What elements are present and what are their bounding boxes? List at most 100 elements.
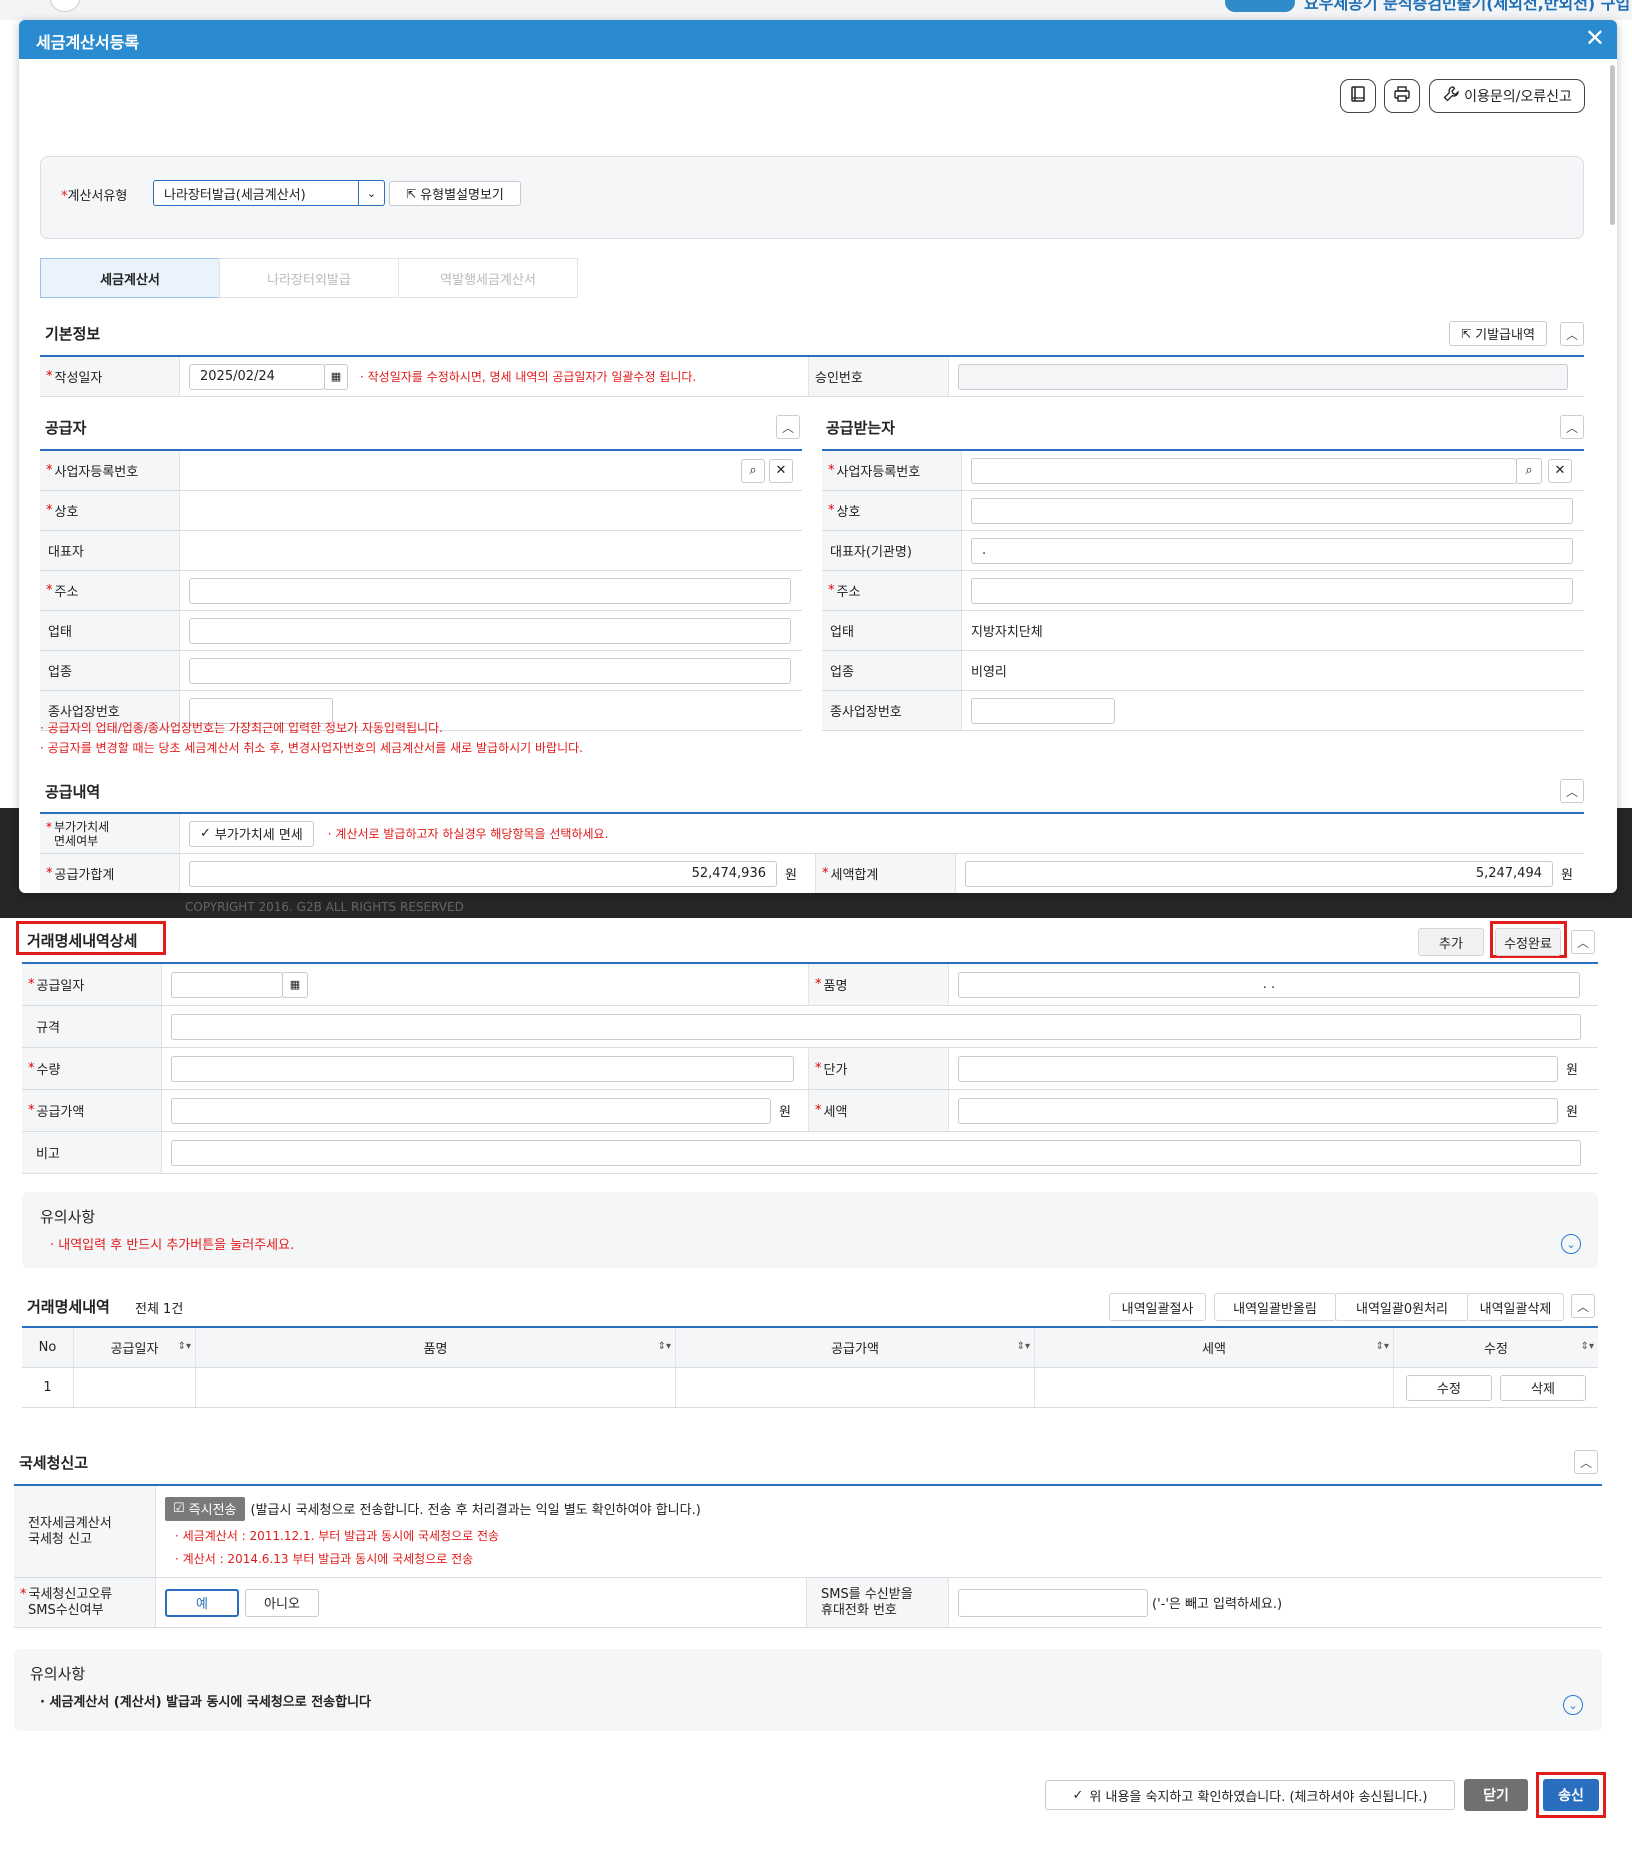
chevron-up-icon[interactable]: ︿ bbox=[1560, 415, 1584, 439]
tax-amount-input[interactable] bbox=[958, 1097, 1558, 1124]
receiver-branch-input[interactable] bbox=[971, 697, 1115, 724]
column-header: No bbox=[22, 1328, 74, 1367]
background-page-top: 요우세공기 분석증검민출기(제외전,반외전) 구입 bbox=[0, 0, 1632, 20]
invoice-type-select[interactable]: 나라장터발급(세금계산서) ⌄ bbox=[153, 180, 385, 206]
supplier-label: 업종 bbox=[40, 651, 180, 690]
write-date-input[interactable]: 2025/02/24 bbox=[189, 363, 325, 390]
nts-note-1: · 세금계산서 : 2011.12.1. 부터 발급과 동시에 국세청으로 전송 bbox=[175, 1528, 500, 1543]
chevron-down-icon[interactable]: ⌄ bbox=[1563, 1695, 1583, 1715]
quantity-label: * 수량 bbox=[22, 1048, 162, 1089]
quantity-input[interactable] bbox=[171, 1055, 794, 1082]
zero-all-button[interactable]: 내역일괄0원처리 bbox=[1335, 1293, 1469, 1321]
tab-reverse-issue[interactable]: 역발행세금계산서 bbox=[398, 258, 578, 298]
round-all-button[interactable]: 내역일괄반올림 bbox=[1214, 1293, 1336, 1321]
chevron-up-icon[interactable]: ︿ bbox=[1560, 779, 1584, 803]
send-button[interactable]: 송신 bbox=[1543, 1779, 1599, 1811]
chevron-up-icon[interactable]: ︿ bbox=[1571, 930, 1595, 954]
nts-report-label: 전자세금계산서 국세청 신고 bbox=[14, 1486, 156, 1577]
table-row[interactable]: 1 수정 삭제 bbox=[22, 1368, 1598, 1408]
column-header[interactable]: 수정 ⇕▾ bbox=[1394, 1328, 1598, 1367]
unit-price-input[interactable] bbox=[958, 1055, 1558, 1082]
receiver-name-input[interactable] bbox=[971, 497, 1573, 524]
tab-external-issue[interactable]: 나라장터외발급 bbox=[219, 258, 399, 298]
supplier-table: * 사업자등록번호 ⌕ ✕ * 상호 대표자 * 주소 업태 업종 종사업장번호 bbox=[40, 449, 802, 731]
caution-text: · 세금계산서 (계산서) 발급과 동시에 국세청으로 전송합니다 bbox=[40, 1695, 372, 1710]
vat-exempt-checkbox[interactable]: ✓ 부가가치세 면세 bbox=[189, 820, 314, 847]
list-count: 전체 1건 bbox=[135, 1302, 184, 1317]
row-number: 1 bbox=[22, 1368, 74, 1407]
edit-done-button[interactable]: 수정완료 bbox=[1495, 928, 1561, 956]
supplier-business-item-input[interactable] bbox=[189, 657, 791, 684]
spec-input[interactable] bbox=[171, 1013, 1581, 1040]
type-description-button[interactable]: ⇱ 유형별설명보기 bbox=[389, 181, 521, 206]
sms-no-button[interactable]: 아니오 bbox=[245, 1588, 319, 1617]
column-header[interactable]: 세액 ⇕▾ bbox=[1035, 1328, 1394, 1367]
supplier-label: * 주소 bbox=[40, 571, 180, 610]
add-button[interactable]: 추가 bbox=[1418, 928, 1484, 956]
truncate-all-button[interactable]: 내역일괄절사 bbox=[1109, 1293, 1206, 1321]
receiver-table: * 사업자등록번호 ⌕ ✕ * 상호 대표자(기관명). * 주소 업태 지방자치단체 … bbox=[822, 449, 1584, 731]
supply-date-input[interactable] bbox=[171, 971, 283, 998]
manual-button[interactable] bbox=[1340, 79, 1376, 113]
column-header[interactable]: 공급일자 ⇕▾ bbox=[74, 1328, 196, 1367]
column-header[interactable]: 공급가액 ⇕▾ bbox=[676, 1328, 1035, 1367]
external-link-icon: ⇱ bbox=[1461, 326, 1472, 341]
supply-amount-input[interactable] bbox=[171, 1097, 771, 1124]
nts-note-2: · 계산서 : 2014.6.13 부터 발급과 동시에 국세청으로 전송 bbox=[175, 1551, 474, 1566]
receiver-address-input[interactable] bbox=[971, 577, 1573, 604]
receiver-title: 공급받는자 bbox=[826, 419, 896, 437]
supplier-label: 업태 bbox=[40, 611, 180, 650]
sms-error-label: * 국세청신고오류 SMS수신여부 bbox=[14, 1578, 156, 1627]
supplier-note-1: · 공급자의 업태/업종/종사업장번호는 가장최근에 입력한 정보가 자동입력됩… bbox=[40, 721, 443, 735]
row-edit-button[interactable]: 수정 bbox=[1406, 1374, 1492, 1401]
chevron-down-icon[interactable]: ⌄ bbox=[1561, 1234, 1581, 1254]
calendar-icon[interactable]: ▦ bbox=[282, 971, 308, 998]
check-icon: ✓ bbox=[1072, 1787, 1084, 1803]
delete-all-button[interactable]: 내역일괄삭제 bbox=[1467, 1293, 1564, 1321]
tax-total-input[interactable]: 5,247,494 bbox=[965, 860, 1553, 887]
supplier-address-input[interactable] bbox=[189, 577, 791, 604]
background-headline: 요우세공기 분석증검민출기(제외전,반외전) 구입 bbox=[1304, 0, 1631, 13]
table-header: No 공급일자 ⇕▾ 품명 ⇕▾ 공급가액 ⇕▾ 세액 ⇕▾ 수정 ⇕▾ bbox=[22, 1328, 1598, 1368]
issue-history-button[interactable]: ⇱ 기발급내역 bbox=[1449, 321, 1547, 346]
close-icon[interactable]: ✕ bbox=[1585, 26, 1605, 50]
modal-body: 이용문의/오류신고 *계산서유형 나라장터발급(세금계산서) ⌄ ⇱ 유형별설명… bbox=[19, 59, 1617, 893]
chevron-up-icon[interactable]: ︿ bbox=[1571, 1294, 1595, 1318]
modal-scrollbar[interactable] bbox=[1610, 65, 1615, 225]
close-button[interactable]: 닫기 bbox=[1464, 1779, 1528, 1811]
chevron-up-icon[interactable]: ︿ bbox=[1574, 1450, 1598, 1474]
receiver-label: * 상호 bbox=[822, 491, 962, 530]
item-name-input[interactable]: . . bbox=[958, 971, 1580, 998]
confirm-checkbox[interactable]: ✓ 위 내용을 숙지하고 확인하였습니다. (체크하셔야 송신됩니다.) bbox=[1045, 1780, 1455, 1810]
sort-icon: ⇕▾ bbox=[177, 1341, 191, 1352]
clear-icon[interactable]: ✕ bbox=[769, 458, 793, 483]
supply-table: * 부가가치세 면세여부 ✓ 부가가치세 면세 · 계산서로 발급하고자 하실경우… bbox=[40, 812, 1584, 893]
column-header[interactable]: 품명 ⇕▾ bbox=[196, 1328, 676, 1367]
receiver-ceo-input[interactable]: . bbox=[971, 537, 1573, 564]
tab-tax-invoice[interactable]: 세금계산서 bbox=[40, 258, 220, 298]
nts-title: 국세청신고 bbox=[19, 1454, 89, 1472]
invoice-type-value: 나라장터발급(세금계산서) bbox=[164, 187, 306, 203]
modal-title: 세금계산서등록 bbox=[36, 33, 140, 52]
print-button[interactable] bbox=[1384, 79, 1420, 113]
detail-table: * 공급일자 ▦ * 품명 . . 규격 * 수량 * 단가 원 * 공급가액 원 * 세액… bbox=[22, 962, 1598, 1174]
tax-invoice-modal: 세금계산서등록 ✕ 이용문의/오류신고 *계산서유형 나라장터발급(세금계산서) bbox=[19, 20, 1617, 893]
help-button[interactable]: 이용문의/오류신고 bbox=[1429, 79, 1585, 113]
clear-icon[interactable]: ✕ bbox=[1548, 458, 1572, 483]
unit-price-label: * 단가 bbox=[809, 1048, 949, 1089]
calendar-icon[interactable]: ▦ bbox=[324, 363, 348, 390]
receiver-business-type: 지방자치단체 bbox=[971, 625, 1043, 640]
search-icon[interactable]: ⌕ bbox=[741, 458, 765, 483]
instant-send-toggle[interactable]: ☑ 즉시전송 bbox=[165, 1496, 245, 1521]
phone-input[interactable] bbox=[958, 1588, 1148, 1617]
item-name-label: * 품명 bbox=[809, 964, 949, 1005]
chevron-up-icon[interactable]: ︿ bbox=[776, 415, 800, 439]
sms-yes-button[interactable]: 예 bbox=[165, 1588, 239, 1617]
chevron-up-icon[interactable]: ︿ bbox=[1560, 322, 1584, 346]
search-icon[interactable]: ⌕ bbox=[1516, 457, 1542, 484]
row-delete-button[interactable]: 삭제 bbox=[1500, 1374, 1586, 1401]
remark-input[interactable] bbox=[171, 1139, 1581, 1166]
supplier-business-type-input[interactable] bbox=[189, 617, 791, 644]
supply-total-input[interactable]: 52,474,936 bbox=[189, 860, 777, 887]
receiver-bizno-input[interactable] bbox=[971, 457, 1517, 484]
